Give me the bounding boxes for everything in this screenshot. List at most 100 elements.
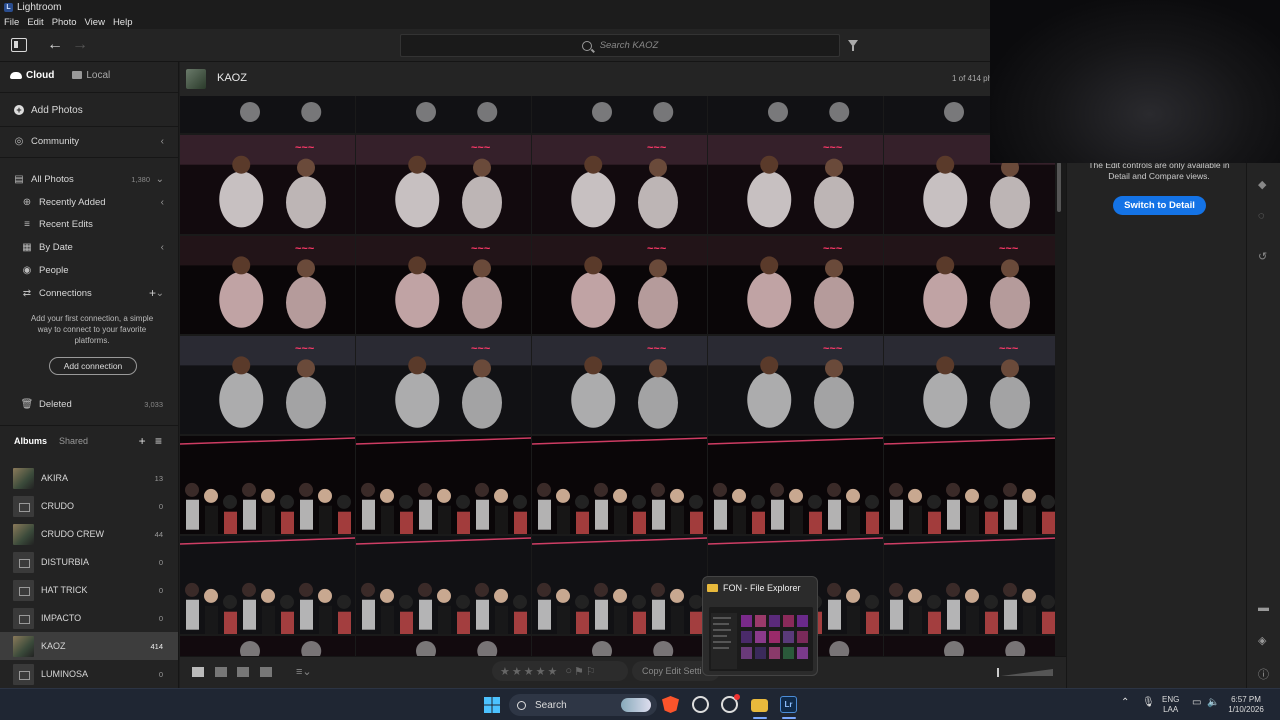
photo-thumbnail[interactable] (532, 436, 707, 534)
grid-view-icon[interactable] (215, 667, 227, 677)
photo-thumbnail[interactable] (532, 96, 707, 133)
add-album-icon[interactable]: + (139, 434, 146, 448)
album-item[interactable]: CRUDO 0 (0, 492, 178, 520)
photo-thumbnail[interactable] (356, 436, 531, 534)
photo-thumbnail[interactable] (708, 436, 883, 534)
file-explorer-preview[interactable]: FON - File Explorer (702, 576, 818, 676)
star-icon[interactable]: ★ (512, 665, 522, 678)
sidebar-item-recently-added[interactable]: ⊕ Recently Added ‹ (0, 191, 178, 213)
forward-arrow-icon[interactable]: → (72, 36, 88, 54)
photo-thumbnail[interactable] (884, 436, 1055, 534)
grid-scrollbar[interactable] (1057, 162, 1061, 212)
photo-thumbnail[interactable]: ~~~ (708, 336, 883, 434)
add-connection-button[interactable]: Add connection (49, 357, 137, 375)
album-item[interactable]: AKIRA 13 (0, 464, 178, 492)
menu-photo[interactable]: Photo (48, 17, 81, 28)
photo-thumbnail[interactable]: ~~~ (884, 236, 1055, 334)
menu-file[interactable]: File (0, 17, 23, 28)
photo-thumbnail[interactable] (356, 536, 531, 634)
language-indicator[interactable]: ENG LAA (1162, 695, 1179, 715)
lightroom-taskbar-icon[interactable]: Lr (780, 696, 797, 713)
sort-icon[interactable]: ≡⌄ (296, 665, 312, 678)
photo-thumbnail[interactable] (884, 536, 1055, 634)
comments-icon[interactable]: ▬ (1258, 602, 1270, 614)
tab-albums[interactable]: Albums (14, 436, 47, 446)
sidebar-item-community[interactable]: ◎ Community ‹ (0, 130, 178, 152)
chatgpt-icon[interactable] (692, 696, 709, 713)
photo-thumbnail[interactable] (708, 96, 883, 133)
photo-thumbnail[interactable] (180, 636, 355, 656)
eraser-icon[interactable]: ◆ (1258, 178, 1270, 191)
photo-thumbnail[interactable] (180, 96, 355, 133)
detail-view-icon[interactable] (260, 667, 272, 677)
file-explorer-icon[interactable] (751, 699, 768, 712)
tab-local[interactable]: Local (72, 70, 110, 81)
photo-thumbnail[interactable]: ~~~ (708, 236, 883, 334)
tab-cloud[interactable]: Cloud (10, 70, 54, 81)
menu-view[interactable]: View (81, 17, 109, 28)
search-input[interactable]: Search KAOZ (400, 34, 840, 57)
photo-thumbnail[interactable] (356, 96, 531, 133)
info-icon[interactable]: ⓘ (1258, 666, 1270, 681)
sidebar-item-by-date[interactable]: ▦ By Date ‹ (0, 236, 178, 258)
panel-toggle-icon[interactable] (11, 38, 27, 52)
menu-edit[interactable]: Edit (23, 17, 47, 28)
photo-thumbnail[interactable] (356, 636, 531, 656)
photo-thumbnail[interactable]: ~~~ (356, 336, 531, 434)
album-item[interactable]: DISTURBIA 0 (0, 548, 178, 576)
taskbar-search[interactable]: Search (509, 694, 657, 716)
filter-icon[interactable] (848, 40, 858, 51)
photo-thumbnail[interactable] (180, 436, 355, 534)
network-icon[interactable]: ▭ (1192, 698, 1201, 708)
photo-thumbnail[interactable]: ~~~ (708, 135, 883, 234)
star-icon[interactable]: ★ (524, 665, 534, 678)
star-icon[interactable]: ★ (536, 665, 546, 678)
photo-thumbnail[interactable] (532, 636, 707, 656)
album-item[interactable]: KAOZ 414 (0, 632, 178, 660)
clock[interactable]: 6:57 PM 1/10/2026 (1226, 695, 1266, 715)
menu-help[interactable]: Help (109, 17, 137, 28)
star-icon[interactable]: ★ (500, 665, 510, 678)
unflag-icon[interactable]: ○ (565, 665, 572, 677)
flag-reject-icon[interactable]: ⚐ (586, 665, 596, 678)
photo-thumbnail[interactable] (884, 636, 1055, 656)
history-icon[interactable]: ↺ (1258, 250, 1270, 263)
sidebar-item-people[interactable]: ◉ People (0, 259, 178, 281)
album-item[interactable]: CRUDO CREW 44 (0, 520, 178, 548)
photo-thumbnail[interactable]: ~~~ (356, 135, 531, 234)
tag-icon[interactable]: ◈ (1258, 634, 1270, 647)
compare-view-icon[interactable] (237, 667, 249, 677)
photo-thumbnail[interactable]: ~~~ (180, 236, 355, 334)
back-arrow-icon[interactable]: ← (47, 36, 63, 54)
photo-thumbnail[interactable]: ~~~ (884, 336, 1055, 434)
flag-pick-icon[interactable]: ⚑ (574, 665, 584, 678)
album-item[interactable]: HAT TRICK 0 (0, 576, 178, 604)
album-item[interactable]: LUMINOSA 0 (0, 660, 178, 688)
photo-thumbnail[interactable]: ~~~ (532, 236, 707, 334)
sidebar-item-all-photos[interactable]: ▤ All Photos 1,380 ⌄ (0, 168, 178, 190)
microphone-icon[interactable]: 🎙 (1142, 698, 1155, 708)
sidebar-item-connections[interactable]: ⇄ Connections + ⌄ (0, 282, 178, 304)
volume-icon[interactable]: 🔈 (1207, 698, 1219, 708)
photo-thumbnail[interactable]: ~~~ (180, 135, 355, 234)
masking-icon[interactable]: ◌ (1258, 210, 1270, 222)
windows-start-icon[interactable] (484, 697, 500, 713)
sort-albums-icon[interactable]: ≡ (155, 434, 162, 448)
photo-thumbnail[interactable]: ~~~ (532, 135, 707, 234)
thumbnail-size-slider[interactable] (997, 668, 1053, 677)
add-photos-button[interactable]: + Add Photos (0, 99, 178, 121)
photo-thumbnail[interactable]: ~~~ (356, 236, 531, 334)
photo-thumbnail[interactable]: ~~~ (180, 336, 355, 434)
app-icon-with-badge[interactable] (721, 694, 740, 713)
rating-stars[interactable]: ★ ★ ★ ★ ★ ○ ⚑ ⚐ (492, 661, 628, 681)
photo-thumbnail[interactable] (532, 536, 707, 634)
square-grid-view-icon[interactable] (192, 667, 204, 677)
star-icon[interactable]: ★ (548, 665, 558, 678)
photo-thumbnail[interactable]: ~~~ (532, 336, 707, 434)
album-item[interactable]: IMPACTO 0 (0, 604, 178, 632)
show-hidden-icons-chevron-icon[interactable]: ⌃ (1121, 698, 1129, 708)
brave-browser-icon[interactable] (662, 696, 679, 713)
photo-thumbnail[interactable] (180, 536, 355, 634)
sidebar-item-recent-edits[interactable]: ≡ Recent Edits (0, 213, 178, 235)
tab-shared[interactable]: Shared (59, 436, 88, 446)
